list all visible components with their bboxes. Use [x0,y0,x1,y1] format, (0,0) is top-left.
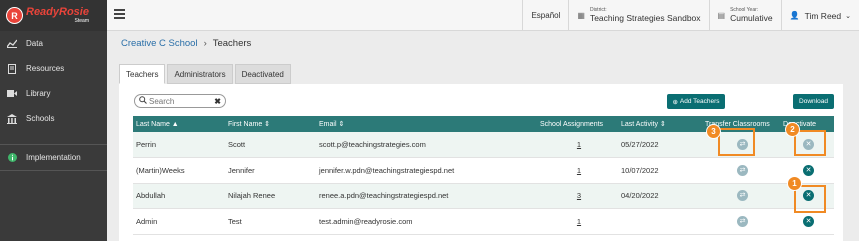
breadcrumb: Creative C School › Teachers [121,38,251,49]
cell-first-name: Scott [228,140,246,149]
cell-email: scott.p@teachingstrategies.com [319,140,426,149]
assignments-link[interactable]: 1 [577,217,581,226]
col-last-activity[interactable]: Last Activity ⇕ [618,116,702,132]
search-box: ✖ [134,94,226,108]
building-icon: ▦ [577,11,585,20]
cell-last-name: (Martin)Weeks [136,165,185,175]
plus-circle-icon: ⊕ [672,98,678,106]
callout-2: 2 [785,122,800,137]
callout-3: 3 [706,124,721,139]
download-button[interactable]: Download [793,94,834,109]
sidebar-item-label: Library [26,89,51,98]
clear-icon[interactable]: ✖ [214,97,221,106]
tab-deactivated[interactable]: Deactivated [234,64,291,84]
language-switch[interactable]: Español [522,0,568,31]
highlight-box-transfer-row1 [718,128,755,156]
sidebar-item-label: Data [26,39,43,48]
deactivate-icon[interactable]: ✕ [803,164,814,176]
user-icon: 👤 [789,11,800,20]
menu-icon[interactable] [114,9,125,19]
district-value: Teaching Strategies Sandbox [589,12,701,23]
cell-last-name: Admin [136,216,158,226]
search-input[interactable] [149,96,211,106]
rosie-logo-icon: R [6,7,23,24]
cell-email: test.admin@readyrosie.com [319,216,413,226]
tab-bar: Teachers Administrators Deactivated [119,64,843,84]
transfer-icon[interactable]: ⇄ [737,164,748,176]
chart-icon [7,39,17,49]
cell-last-activity: 10/07/2022 [621,165,659,175]
cell-last-name: Perrin [136,140,157,149]
sidebar-item-label: Schools [26,114,55,123]
breadcrumb-current: Teachers [212,38,252,49]
col-school-assignments[interactable]: School Assignments [537,116,618,132]
search-icon [139,96,147,106]
teachers-panel: ✖ ⊕Add Teachers Download Last Name ▲ Fir… [119,84,843,241]
highlight-box-deactivate-row1 [794,130,826,156]
cell-last-name: Abdullah [136,191,166,201]
transfer-icon[interactable]: ⇄ [737,215,748,227]
building-icon [7,113,17,124]
chevron-down-icon: ⌄ [845,12,851,20]
col-last-name[interactable]: Last Name ▲ [133,116,225,132]
logo[interactable]: R ReadyRosie Steam [0,0,107,31]
cell-first-name: Test [228,216,242,226]
user-name: Tim Reed [804,10,842,21]
col-first-name[interactable]: First Name ⇕ [225,116,316,132]
school-year-value: Cumulative [730,12,773,23]
sidebar-item-implementation[interactable]: Implementation [0,144,107,171]
deactivate-icon[interactable]: ✕ [803,215,814,227]
sidebar-item-label: Implementation [26,153,81,162]
tab-teachers[interactable]: Teachers [119,64,166,84]
calendar-icon: ▤ [717,11,726,20]
add-teachers-label: Add Teachers [679,98,720,105]
cell-email: jennifer.w.pdn@teachingstrategiespd.net [319,165,455,175]
info-icon [7,153,17,163]
breadcrumb-school[interactable]: Creative C School [121,38,198,49]
school-year-selector[interactable]: ▤ School Year: Cumulative [708,0,781,31]
user-menu[interactable]: 👤 Tim Reed ⌄ [780,0,859,31]
language-label: Español [531,11,561,20]
logo-name: ReadyRosie [26,6,89,18]
sidebar-item-library[interactable]: Library [0,81,107,106]
cell-last-activity [618,209,702,235]
tab-administrators[interactable]: Administrators [167,64,233,84]
sidebar-item-label: Resources [26,64,65,73]
chevron-right-icon: › [203,38,207,49]
cell-email: renee.a.pdn@teachingstrategiespd.net [319,191,449,201]
cell-last-activity: 04/20/2022 [621,191,659,201]
callout-1: 1 [787,176,802,191]
transfer-icon[interactable]: ⇄ [737,190,748,202]
col-email[interactable]: Email ⇕ [316,116,537,132]
sidebar-item-data[interactable]: Data [0,31,107,56]
district-selector[interactable]: ▦ District: Teaching Strategies Sandbox [568,0,708,31]
video-icon [7,89,17,99]
assignments-link[interactable]: 1 [577,140,581,149]
cell-first-name: Jennifer [228,165,255,175]
sidebar-item-schools[interactable]: Schools [0,106,107,131]
cell-first-name: Nilajah Renee [228,191,276,201]
logo-sub: Steam [74,18,89,24]
table-row: Admin Test test.admin@readyrosie.com 1 ⇄… [133,209,834,235]
sidebar: R ReadyRosie Steam Data Resources Librar… [0,0,107,241]
table-row: (Martin)Weeks Jennifer jennifer.w.pdn@te… [133,158,834,183]
add-teachers-button[interactable]: ⊕ Add Teachers [667,94,725,109]
top-bar: Español ▦ District: Teaching Strategies … [107,0,859,31]
document-icon [7,63,17,74]
table-row: Abdullah Nilajah Renee renee.a.pdn@teach… [133,183,834,209]
sidebar-item-resources[interactable]: Resources [0,56,107,81]
cell-last-activity: 05/27/2022 [621,140,659,149]
assignments-link[interactable]: 3 [577,191,581,200]
assignments-link[interactable]: 1 [577,166,581,175]
